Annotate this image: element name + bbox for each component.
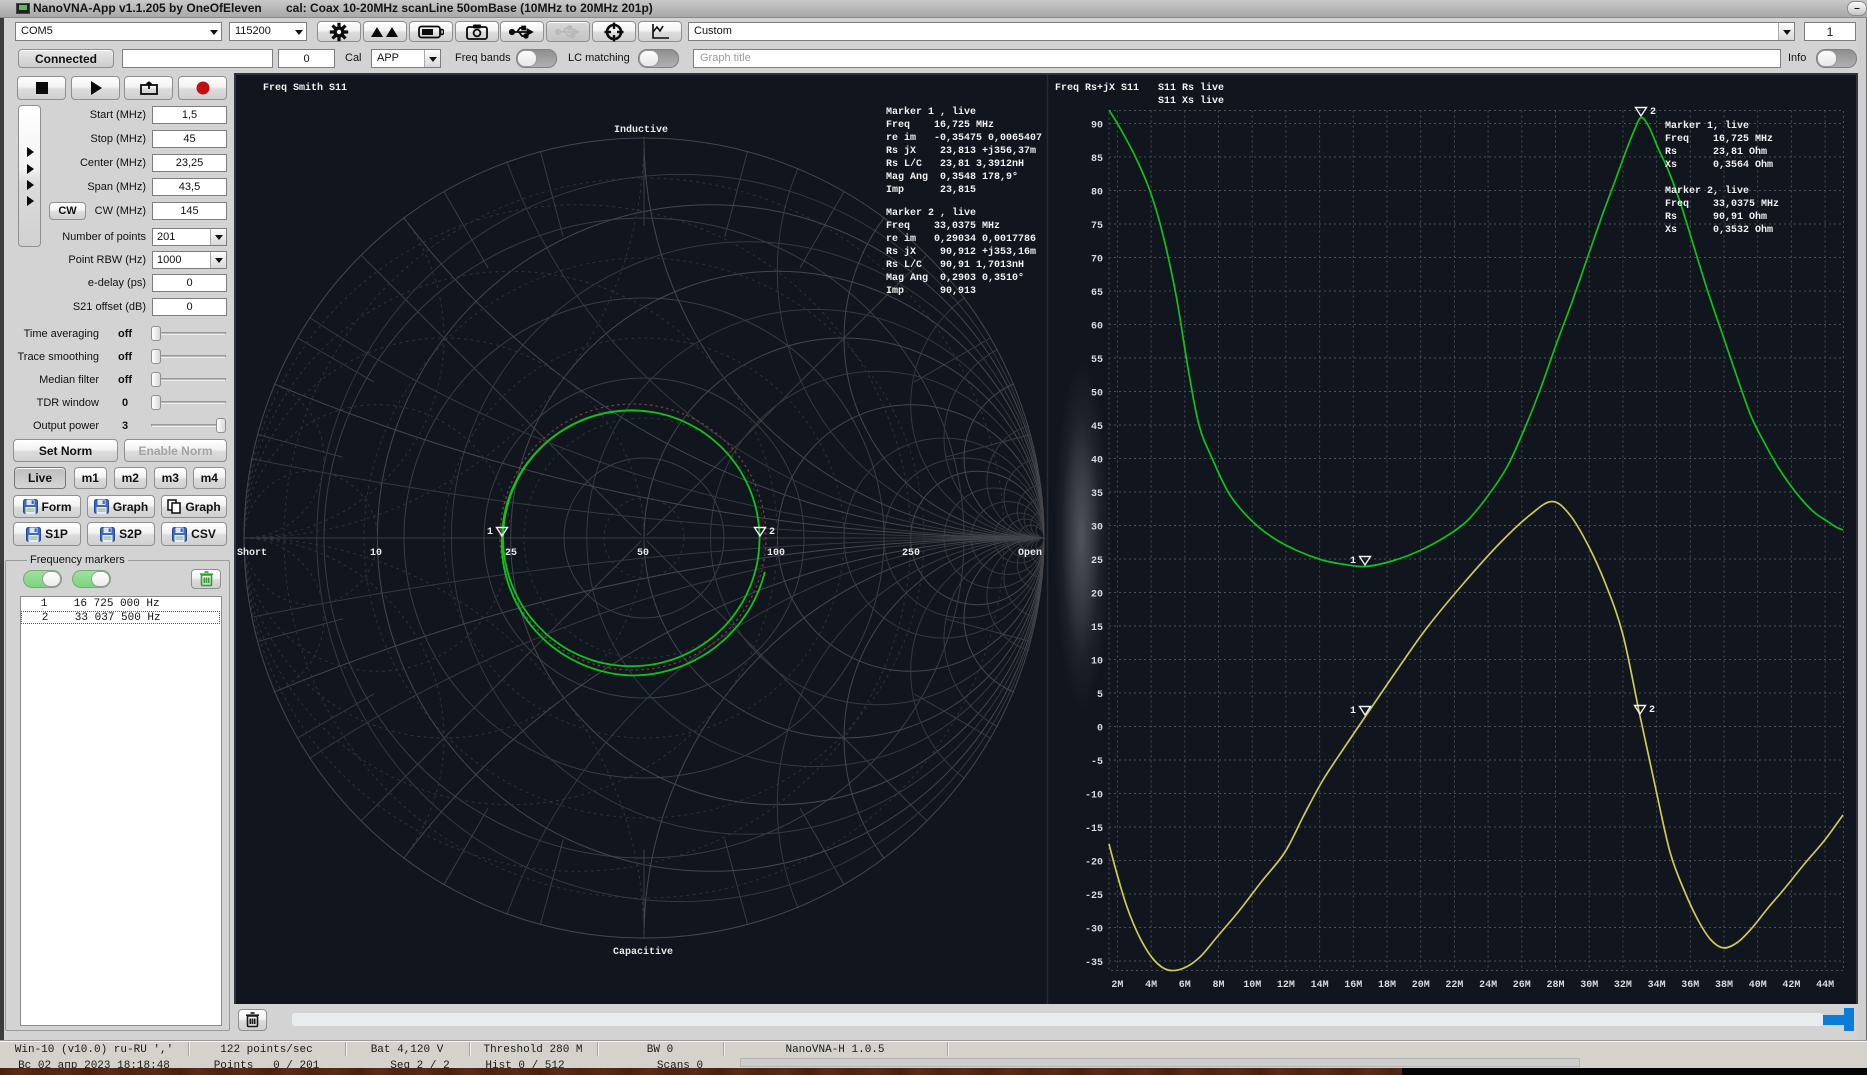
svg-text:Short: Short xyxy=(237,547,267,559)
svg-text:14M: 14M xyxy=(1311,980,1329,991)
svg-text:60: 60 xyxy=(1091,322,1103,333)
svg-text:28M: 28M xyxy=(1546,980,1564,991)
svg-text:1: 1 xyxy=(1350,706,1356,717)
svg-text:2: 2 xyxy=(1649,705,1655,716)
svg-text:Capacitive: Capacitive xyxy=(613,946,673,958)
svg-text:4M: 4M xyxy=(1145,980,1157,991)
svg-text:12M: 12M xyxy=(1277,980,1295,991)
svg-text:2: 2 xyxy=(1650,107,1656,118)
svg-text:-10: -10 xyxy=(1085,791,1103,802)
svg-text:S11 Rs live: S11 Rs live xyxy=(1158,82,1224,94)
svg-text:20: 20 xyxy=(1091,590,1103,601)
svg-text:-30: -30 xyxy=(1085,925,1103,936)
svg-text:85: 85 xyxy=(1091,154,1103,165)
svg-text:35: 35 xyxy=(1091,489,1103,500)
svg-text:Open: Open xyxy=(1018,548,1042,559)
svg-text:10: 10 xyxy=(1091,657,1103,668)
svg-text:70: 70 xyxy=(1091,255,1103,266)
svg-text:65: 65 xyxy=(1091,288,1103,299)
svg-text:55: 55 xyxy=(1091,355,1103,366)
svg-text:2: 2 xyxy=(769,527,775,538)
svg-text:10M: 10M xyxy=(1243,980,1261,991)
svg-text:S11 Xs live: S11 Xs live xyxy=(1158,95,1224,107)
svg-text:Freq Rs+jX S11: Freq Rs+jX S11 xyxy=(1055,82,1139,94)
svg-text:5: 5 xyxy=(1097,690,1103,701)
svg-text:1: 1 xyxy=(487,527,493,538)
svg-text:18M: 18M xyxy=(1378,980,1396,991)
svg-text:24M: 24M xyxy=(1479,980,1497,991)
svg-text:40: 40 xyxy=(1091,456,1103,467)
svg-text:-25: -25 xyxy=(1085,891,1103,902)
svg-text:15: 15 xyxy=(1091,623,1103,634)
svg-text:-15: -15 xyxy=(1085,824,1103,835)
svg-text:40M: 40M xyxy=(1749,980,1767,991)
svg-text:1: 1 xyxy=(1350,556,1356,567)
svg-text:16M: 16M xyxy=(1344,980,1362,991)
svg-text:50: 50 xyxy=(1091,389,1103,400)
svg-text:Freq Smith S11: Freq Smith S11 xyxy=(263,82,347,94)
svg-text:32M: 32M xyxy=(1614,980,1632,991)
svg-text:45: 45 xyxy=(1091,422,1103,433)
svg-text:38M: 38M xyxy=(1715,980,1733,991)
svg-text:8M: 8M xyxy=(1212,980,1224,991)
svg-text:25: 25 xyxy=(1091,556,1103,567)
svg-text:-5: -5 xyxy=(1091,757,1103,768)
svg-text:22M: 22M xyxy=(1445,980,1463,991)
svg-text:Inductive: Inductive xyxy=(614,124,668,136)
svg-text:30: 30 xyxy=(1091,523,1103,534)
svg-text:0: 0 xyxy=(1097,724,1103,735)
svg-text:90: 90 xyxy=(1091,121,1103,132)
svg-text:-35: -35 xyxy=(1085,958,1103,969)
svg-text:75: 75 xyxy=(1091,221,1103,232)
svg-text:100: 100 xyxy=(767,548,785,559)
svg-text:10: 10 xyxy=(370,548,382,559)
svg-text:44M: 44M xyxy=(1816,980,1834,991)
svg-text:50: 50 xyxy=(637,548,649,559)
svg-text:250: 250 xyxy=(902,548,920,559)
svg-text:36M: 36M xyxy=(1681,980,1699,991)
svg-text:80: 80 xyxy=(1091,188,1103,199)
svg-text:2M: 2M xyxy=(1111,980,1123,991)
svg-text:-20: -20 xyxy=(1085,858,1103,869)
svg-text:34M: 34M xyxy=(1648,980,1666,991)
svg-text:26M: 26M xyxy=(1513,980,1531,991)
svg-text:42M: 42M xyxy=(1782,980,1800,991)
svg-text:30M: 30M xyxy=(1580,980,1598,991)
svg-text:6M: 6M xyxy=(1179,980,1191,991)
svg-text:25: 25 xyxy=(505,548,517,559)
svg-text:20M: 20M xyxy=(1412,980,1430,991)
